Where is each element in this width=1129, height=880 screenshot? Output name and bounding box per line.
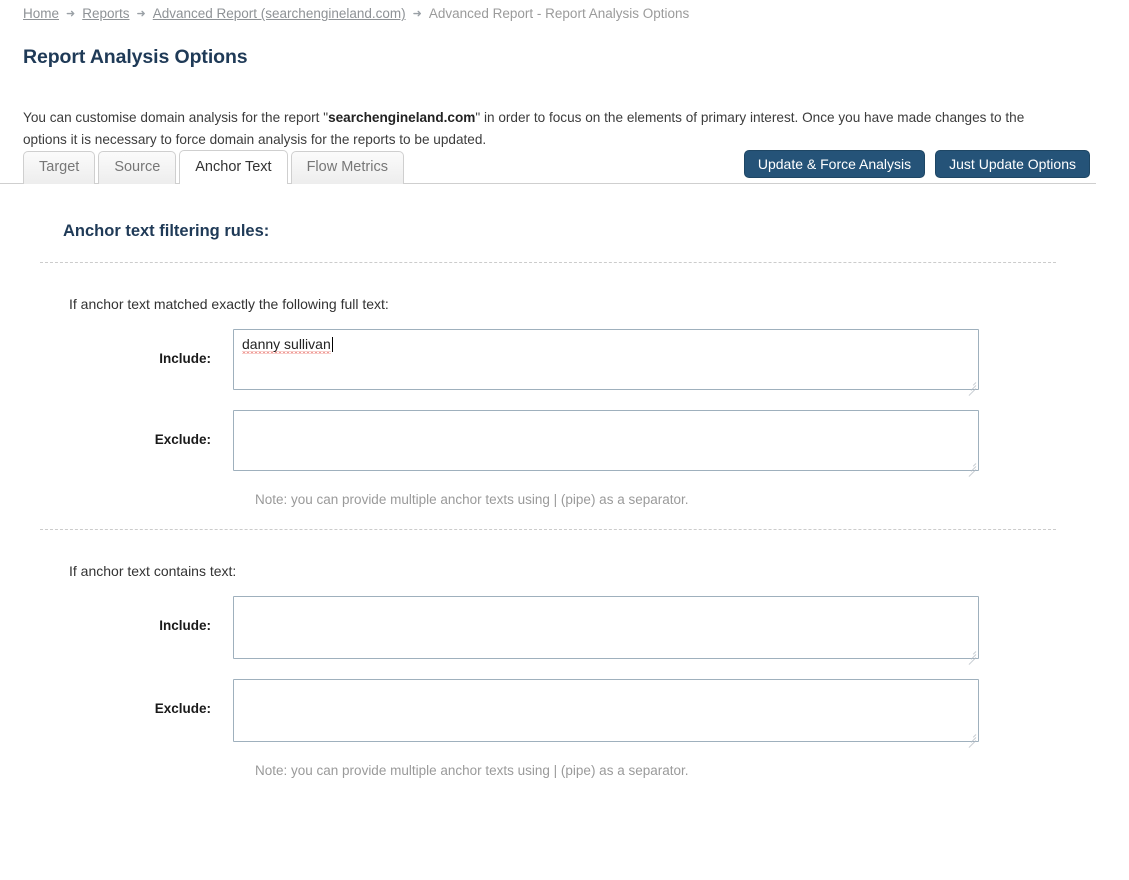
breadcrumb: Home ➜ Reports ➜ Advanced Report (searchengi… [23,5,689,24]
page-title: Report Analysis Options [23,46,248,68]
just-update-options-button[interactable]: Just Update Options [935,150,1090,178]
label-contains-exclude: Exclude: [154,701,211,716]
breadcrumb-item-current: Advanced Report - Report Analysis Option… [428,6,690,21]
field-row-exact-exclude: Exclude: [0,410,1096,477]
update-and-force-analysis-button[interactable]: Update & Force Analysis [743,150,926,178]
contains-exclude-wrapper [233,679,979,748]
tab-list: Target Source Anchor Text Flow Metrics [23,150,407,185]
note-contains: Note: you can provide multiple anchor te… [255,763,689,778]
arrow-right-icon: ➜ [412,8,422,20]
tab-source[interactable]: Source [98,151,177,184]
rule-block-contains: If anchor text contains text: Include: E… [0,530,1096,778]
description-domain: searchengineland.com [328,109,476,125]
rule-prompt-contains: If anchor text contains text: [69,563,237,579]
exact-include-textarea[interactable] [233,329,979,390]
action-buttons: Update & Force Analysis Just Update Opti… [743,150,1090,178]
label-exact-include: Include: [159,351,211,366]
field-row-contains-include: Include: [0,596,1096,665]
rule-prompt-exact-match: If anchor text matched exactly the follo… [69,296,389,312]
exact-include-wrapper: danny sullivan [233,329,979,396]
arrow-right-icon: ➜ [136,8,146,20]
contains-include-textarea[interactable] [233,596,979,659]
exact-exclude-textarea[interactable] [233,410,979,471]
field-row-exact-include: Include: danny sullivan [0,329,1096,396]
report-analysis-options-page: Home ➜ Reports ➜ Advanced Report (searchengi… [0,0,1129,880]
rule-block-exact-match: If anchor text matched exactly the follo… [0,263,1096,507]
tab-flow-metrics[interactable]: Flow Metrics [290,151,404,184]
breadcrumb-item-home[interactable]: Home [23,6,59,21]
breadcrumb-item-reports[interactable]: Reports [82,6,129,21]
note-exact-match: Note: you can provide multiple anchor te… [255,492,689,507]
contains-include-wrapper [233,596,979,665]
label-contains-include: Include: [159,618,211,633]
tab-strip: Target Source Anchor Text Flow Metrics U… [0,150,1096,185]
tab-panel-anchor-text: Anchor text filtering rules: If anchor t… [0,184,1096,778]
section-heading: Anchor text filtering rules: [63,222,270,240]
tab-anchor-text[interactable]: Anchor Text [179,150,288,185]
arrow-right-icon: ➜ [66,8,76,20]
description-text-before: You can customise domain analysis for th… [23,109,329,125]
field-row-contains-exclude: Exclude: [0,679,1096,748]
contains-exclude-textarea[interactable] [233,679,979,742]
exact-exclude-wrapper [233,410,979,477]
tab-target[interactable]: Target [23,151,96,184]
page-description: You can customise domain analysis for th… [23,107,1068,151]
label-exact-exclude: Exclude: [154,432,211,447]
breadcrumb-item-advanced-report[interactable]: Advanced Report (searchengineland.com) [153,6,406,21]
